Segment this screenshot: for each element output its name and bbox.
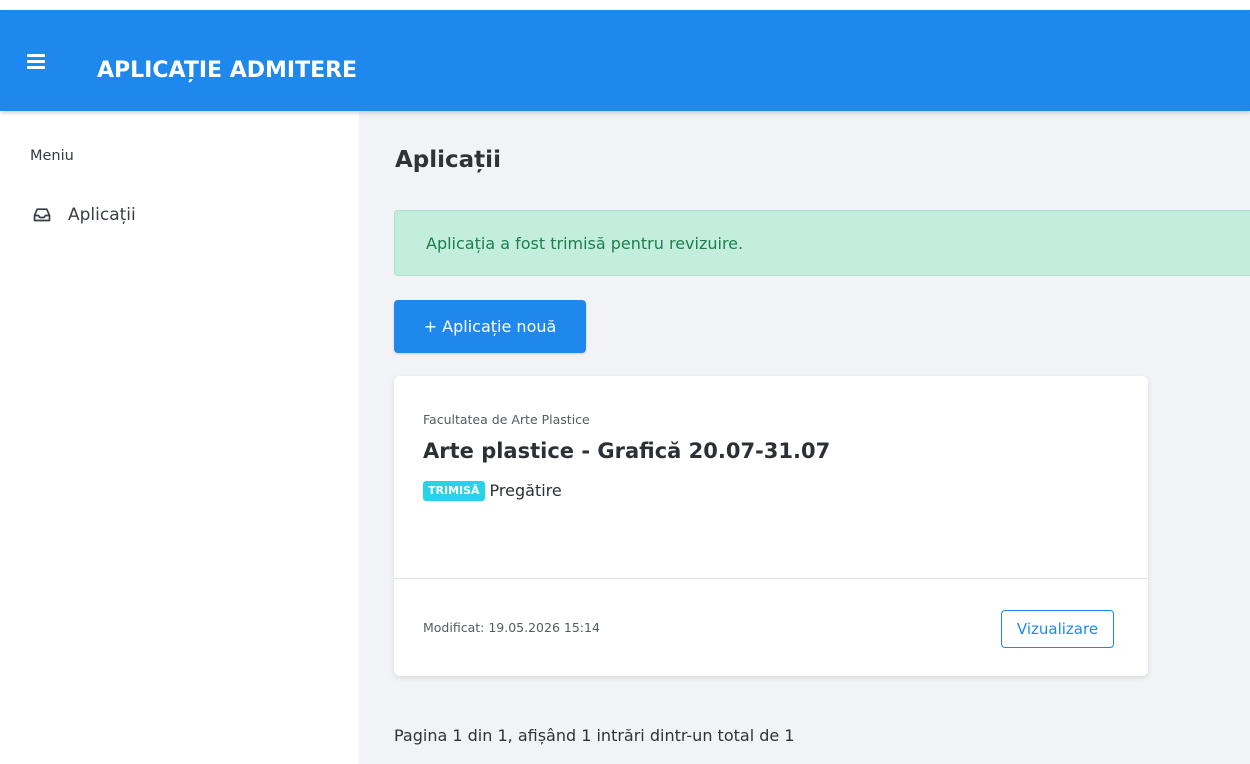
modified-timestamp: Modificat: 19.05.2026 15:14 [423, 620, 600, 635]
pagination-info: Pagina 1 din 1, afișând 1 intrări dintr-… [394, 726, 795, 745]
application-card: Facultatea de Arte Plastice Arte plastic… [394, 376, 1148, 676]
status-badge: TRIMISĂ [423, 481, 485, 501]
sidebar-item-label: Aplicații [68, 205, 136, 225]
page-title: Aplicații [395, 147, 501, 173]
sidebar-item-aplicatii[interactable]: Aplicații [32, 202, 332, 228]
app-title: APLICAȚIE ADMITERE [97, 58, 358, 83]
view-button[interactable]: Vizualizare [1001, 610, 1114, 648]
main-content: Aplicații Aplicația a fost trimisă pentr… [359, 111, 1250, 764]
program-title: Arte plastice - Grafică 20.07-31.07 [423, 439, 831, 463]
sidebar: Meniu Aplicații [0, 111, 359, 764]
faculty-name: Facultatea de Arte Plastice [423, 412, 590, 427]
success-alert: Aplicația a fost trimisă pentru revizuir… [394, 210, 1250, 276]
stage-label: Pregătire [489, 481, 562, 500]
card-divider [394, 578, 1148, 579]
alert-message: Aplicația a fost trimisă pentru revizuir… [426, 234, 744, 253]
new-application-button[interactable]: + Aplicație nouă [394, 300, 586, 353]
hamburger-icon[interactable] [25, 50, 49, 72]
top-app-bar: APLICAȚIE ADMITERE [0, 10, 1250, 111]
sidebar-menu-header: Meniu [30, 148, 74, 164]
inbox-icon [32, 205, 52, 225]
status-row: TRIMISĂ Pregătire [423, 480, 562, 502]
page: APLICAȚIE ADMITERE Meniu Aplicații Aplic… [0, 0, 1250, 764]
